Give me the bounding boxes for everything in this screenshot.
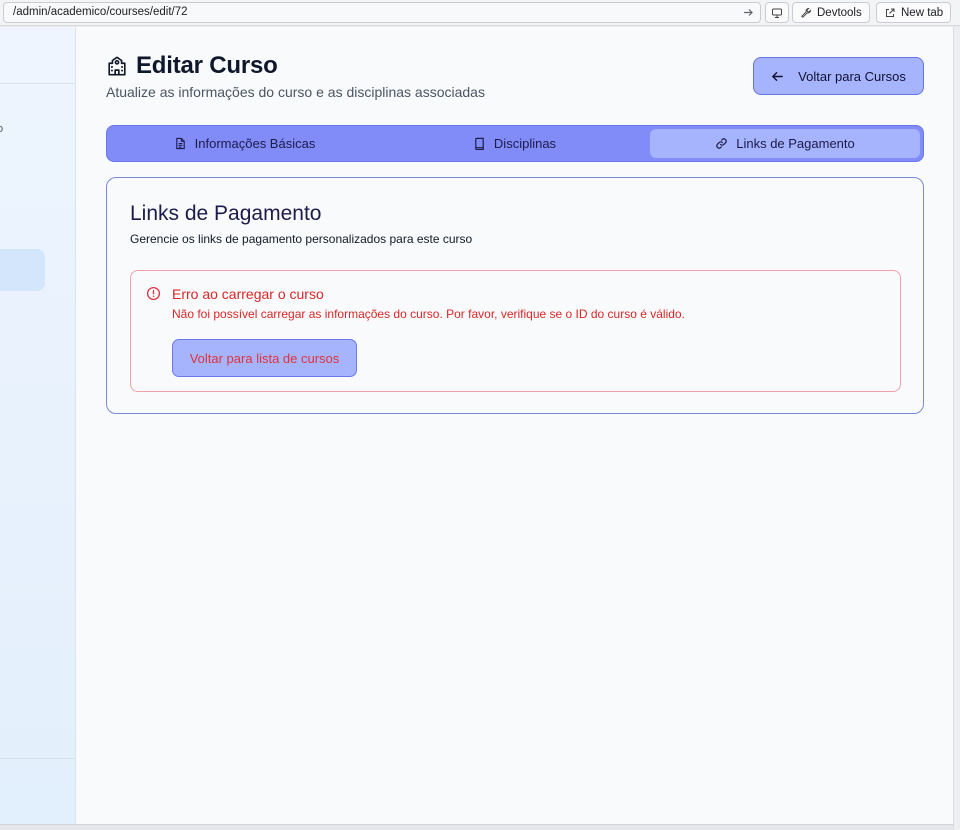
go-arrow-icon[interactable] bbox=[742, 6, 754, 19]
back-to-courses-button[interactable]: Voltar para Cursos bbox=[753, 57, 924, 95]
alert-button-label: Voltar para lista de cursos bbox=[189, 350, 340, 366]
external-link-icon bbox=[886, 8, 895, 17]
tab-basic-info[interactable]: Informações Básicas bbox=[110, 129, 379, 158]
school-icon bbox=[108, 56, 126, 76]
sidebar-divider bbox=[0, 758, 75, 759]
tab-label: Disciplinas bbox=[493, 136, 557, 151]
tab-label: Informações Básicas bbox=[194, 136, 316, 151]
tab-label: Links de Pagamento bbox=[736, 136, 855, 151]
new-tab-button[interactable]: New tab bbox=[876, 2, 952, 23]
error-title: Erro ao carregar o curso bbox=[172, 286, 324, 302]
screen-button[interactable] bbox=[765, 2, 789, 23]
alert-circle-icon bbox=[146, 286, 161, 301]
page-title-text: Editar Curso bbox=[136, 52, 278, 79]
back-button-label: Voltar para Cursos bbox=[798, 68, 906, 84]
monitor-icon bbox=[772, 8, 782, 18]
sidebar-divider bbox=[0, 83, 75, 84]
book-icon bbox=[475, 137, 484, 150]
devtools-label: Devtools bbox=[817, 6, 862, 19]
tab-bar: Informações Básicas Disciplinas Links de… bbox=[106, 125, 924, 162]
page-subtitle: Atualize as informações do curso e as di… bbox=[106, 84, 485, 100]
browser-toolbar: /admin/academico/courses/edit/72 Devtool… bbox=[0, 0, 960, 26]
tab-payment-links[interactable]: Links de Pagamento bbox=[650, 129, 920, 158]
tab-disciplines[interactable]: Disciplinas bbox=[379, 129, 650, 158]
page-title: Editar Curso bbox=[106, 52, 278, 80]
sidebar-item-label[interactable]: o bbox=[0, 123, 3, 135]
url-text[interactable]: /admin/academico/courses/edit/72 bbox=[13, 6, 188, 18]
card-description: Gerencie os links de pagamento personali… bbox=[130, 232, 473, 246]
arrow-left-icon bbox=[772, 71, 783, 81]
back-to-course-list-button[interactable]: Voltar para lista de cursos bbox=[172, 339, 357, 377]
error-alert: Erro ao carregar o curso Não foi possíve… bbox=[130, 270, 901, 392]
sidebar-item-active[interactable] bbox=[0, 249, 45, 291]
card-title: Links de Pagamento bbox=[130, 202, 322, 225]
error-message: Não foi possível carregar as informações… bbox=[172, 307, 685, 321]
sidebar: o bbox=[0, 27, 76, 824]
main-content: Editar Curso Atualize as informações do … bbox=[76, 27, 953, 824]
wrench-icon bbox=[801, 7, 812, 18]
link-icon bbox=[716, 138, 727, 149]
document-icon bbox=[175, 137, 185, 150]
window-bottom-edge bbox=[0, 824, 953, 830]
url-bar[interactable]: /admin/academico/courses/edit/72 bbox=[3, 2, 761, 23]
scrollbar[interactable] bbox=[953, 27, 960, 830]
devtools-button[interactable]: Devtools bbox=[792, 2, 870, 23]
new-tab-label: New tab bbox=[901, 6, 944, 19]
payment-links-card: Links de Pagamento Gerencie os links de … bbox=[106, 177, 924, 414]
